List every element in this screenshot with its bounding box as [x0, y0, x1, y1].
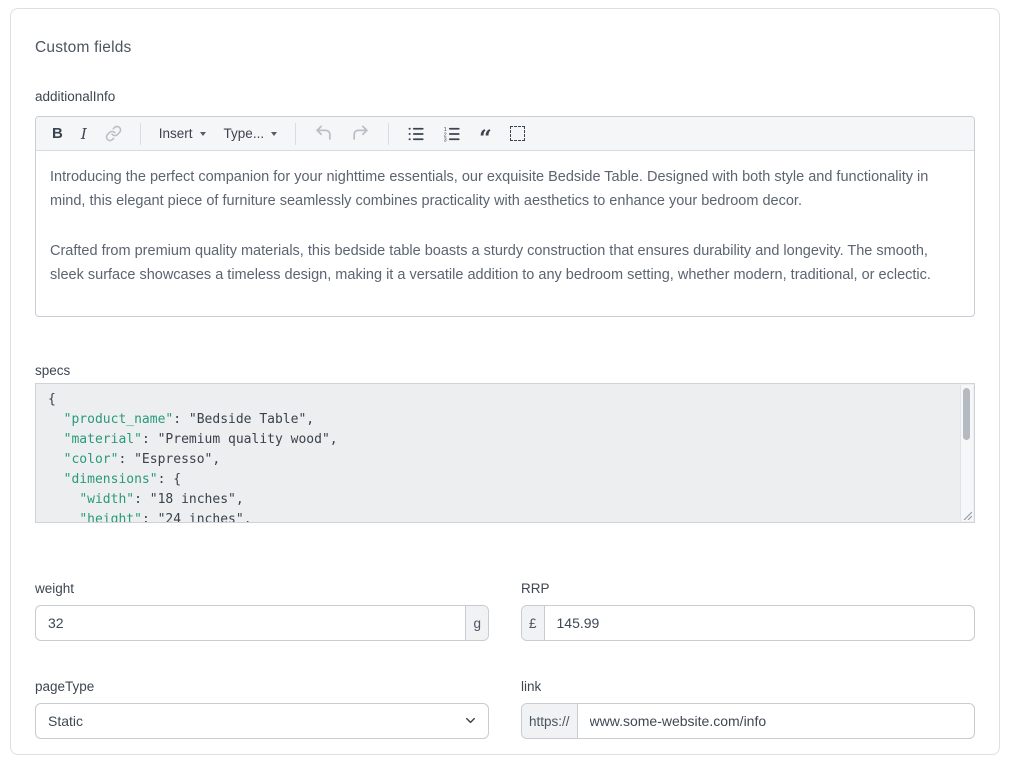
link-input-group: https:// [521, 703, 975, 739]
undo-button[interactable] [306, 120, 341, 148]
svg-text:3: 3 [444, 137, 447, 143]
insert-dropdown-label: Insert [159, 126, 193, 141]
rrp-input[interactable] [545, 606, 974, 640]
currency-addon: £ [522, 606, 545, 640]
type-dropdown-label: Type... [224, 126, 265, 141]
specs-label: specs [35, 363, 975, 378]
rte-toolbar: B I Insert Type... [36, 117, 974, 151]
specs-code: { "product_name": "Bedside Table", "mate… [36, 384, 974, 523]
link-input[interactable] [578, 704, 974, 738]
rte-paragraph: Introducing the perfect companion for yo… [50, 165, 960, 213]
chevron-down-icon [200, 132, 206, 136]
weight-input[interactable] [36, 606, 465, 640]
specs-code-editor[interactable]: { "product_name": "Bedside Table", "mate… [35, 383, 975, 523]
dashed-square-icon [510, 126, 525, 141]
specs-scrollbar-thumb[interactable] [963, 388, 970, 440]
toolbar-divider [140, 123, 141, 145]
additional-info-label: additionalInfo [35, 89, 975, 104]
page-title: Custom fields [35, 9, 975, 57]
numbered-list-button[interactable]: 123 [435, 120, 469, 148]
custom-fields-card: Custom fields additionalInfo B I Insert … [10, 8, 1000, 755]
field-link: link https:// [521, 679, 975, 739]
link-button[interactable] [97, 120, 130, 148]
bold-button[interactable]: B [44, 120, 71, 148]
redo-icon [351, 124, 370, 143]
toolbar-divider [295, 123, 296, 145]
rrp-input-group: £ [521, 605, 975, 641]
rich-text-editor: B I Insert Type... [35, 116, 975, 317]
link-icon [105, 125, 122, 142]
weight-unit-addon: g [465, 606, 488, 640]
bullet-list-button[interactable] [399, 120, 433, 148]
bullet-list-icon [407, 125, 425, 143]
blockquote-icon: “ [479, 134, 492, 144]
undo-icon [314, 124, 333, 143]
italic-button[interactable]: I [73, 120, 95, 148]
specs-scrollbar[interactable] [960, 385, 973, 521]
fields-grid: weight g RRP £ pageType Static [35, 581, 975, 739]
field-rrp: RRP £ [521, 581, 975, 641]
numbered-list-icon: 123 [443, 125, 461, 143]
rte-paragraph: Crafted from premium quality materials, … [50, 239, 960, 287]
type-dropdown[interactable]: Type... [216, 120, 286, 148]
field-weight: weight g [35, 581, 489, 641]
block-button[interactable] [502, 120, 533, 148]
field-specs: specs { "product_name": "Bedside Table",… [35, 363, 975, 523]
chevron-down-icon [271, 132, 277, 136]
toolbar-divider [388, 123, 389, 145]
page-type-label: pageType [35, 679, 489, 694]
field-page-type: pageType Static [35, 679, 489, 739]
rrp-label: RRP [521, 581, 975, 596]
field-additional-info: additionalInfo B I Insert Type... [35, 89, 975, 317]
weight-input-group: g [35, 605, 489, 641]
link-label: link [521, 679, 975, 694]
resize-grip-icon[interactable] [962, 510, 972, 520]
weight-label: weight [35, 581, 489, 596]
protocol-addon: https:// [522, 704, 578, 738]
rte-content-area[interactable]: Introducing the perfect companion for yo… [36, 151, 974, 287]
insert-dropdown[interactable]: Insert [151, 120, 214, 148]
page-type-select[interactable]: Static [35, 703, 489, 739]
page-type-select-wrap: Static [35, 703, 489, 739]
redo-button[interactable] [343, 120, 378, 148]
blockquote-button[interactable]: “ [471, 120, 500, 148]
